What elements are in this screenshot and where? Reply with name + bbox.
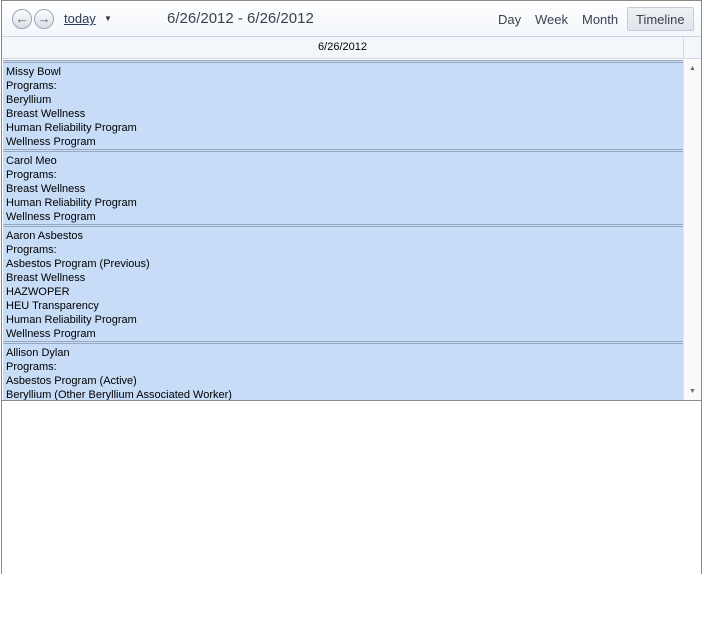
event-program-item: Breast Wellness <box>6 272 86 284</box>
event-person-name: Missy Bowl <box>6 66 62 78</box>
chevron-down-icon[interactable]: ▼ <box>104 12 116 26</box>
vertical-scrollbar[interactable]: ▲ ▼ <box>683 60 701 400</box>
prev-arrow-icon[interactable]: ← <box>12 9 32 29</box>
view-month-button[interactable]: Month <box>573 7 627 31</box>
event-program-item: Wellness Program <box>6 211 96 223</box>
next-arrow-icon[interactable]: → <box>34 9 54 29</box>
today-link[interactable]: today <box>64 11 96 26</box>
event-programs-label: Programs: <box>6 361 57 373</box>
event-program-item: Human Reliability Program <box>6 197 137 209</box>
event-program-item: Beryllium <box>6 94 52 106</box>
scroll-down-arrow-icon[interactable]: ▼ <box>688 387 697 396</box>
view-week-button[interactable]: Week <box>526 7 577 31</box>
view-timeline-button[interactable]: Timeline <box>627 7 694 31</box>
date-range-title: 6/26/2012 - 6/26/2012 <box>167 10 314 27</box>
event-program-item: Wellness Program <box>6 136 96 148</box>
event-person-name: Carol Meo <box>6 155 57 167</box>
event-block[interactable]: Carol Meo Programs: Breast Wellness Huma… <box>3 149 683 224</box>
event-program-item: HAZWOPER <box>6 286 70 298</box>
event-person-name: Allison Dylan <box>6 347 70 359</box>
event-program-item: Beryllium (Other Beryllium Associated Wo… <box>6 389 232 400</box>
event-programs-label: Programs: <box>6 80 57 92</box>
calendar-bottom-border <box>2 400 701 401</box>
day-column-header: 6/26/2012 <box>2 37 683 59</box>
event-program-item: Wellness Program <box>6 328 96 340</box>
event-block[interactable]: Aaron Asbestos Programs: Asbestos Progra… <box>3 224 683 341</box>
event-block[interactable]: Missy Bowl Programs: Beryllium Breast We… <box>3 60 683 149</box>
event-program-item: Breast Wellness <box>6 108 86 120</box>
event-programs-label: Programs: <box>6 169 57 181</box>
calendar-toolbar: ← → today ▼ 6/26/2012 - 6/26/2012 Day We… <box>2 1 701 37</box>
view-day-button[interactable]: Day <box>489 7 530 31</box>
scroll-corner <box>683 37 701 59</box>
event-program-item: Human Reliability Program <box>6 314 137 326</box>
event-list: Missy Bowl Programs: Beryllium Breast We… <box>2 60 683 400</box>
scroll-up-arrow-icon[interactable]: ▲ <box>688 64 697 73</box>
event-programs-label: Programs: <box>6 244 57 256</box>
calendar-frame: ← → today ▼ 6/26/2012 - 6/26/2012 Day We… <box>1 0 702 574</box>
event-program-item: Asbestos Program (Previous) <box>6 258 150 270</box>
event-program-item: HEU Transparency <box>6 300 99 312</box>
event-person-name: Aaron Asbestos <box>6 230 84 242</box>
event-program-item: Asbestos Program (Active) <box>6 375 137 387</box>
event-block[interactable]: Allison Dylan Programs: Asbestos Program… <box>3 341 683 400</box>
event-program-item: Breast Wellness <box>6 183 86 195</box>
event-program-item: Human Reliability Program <box>6 122 137 134</box>
